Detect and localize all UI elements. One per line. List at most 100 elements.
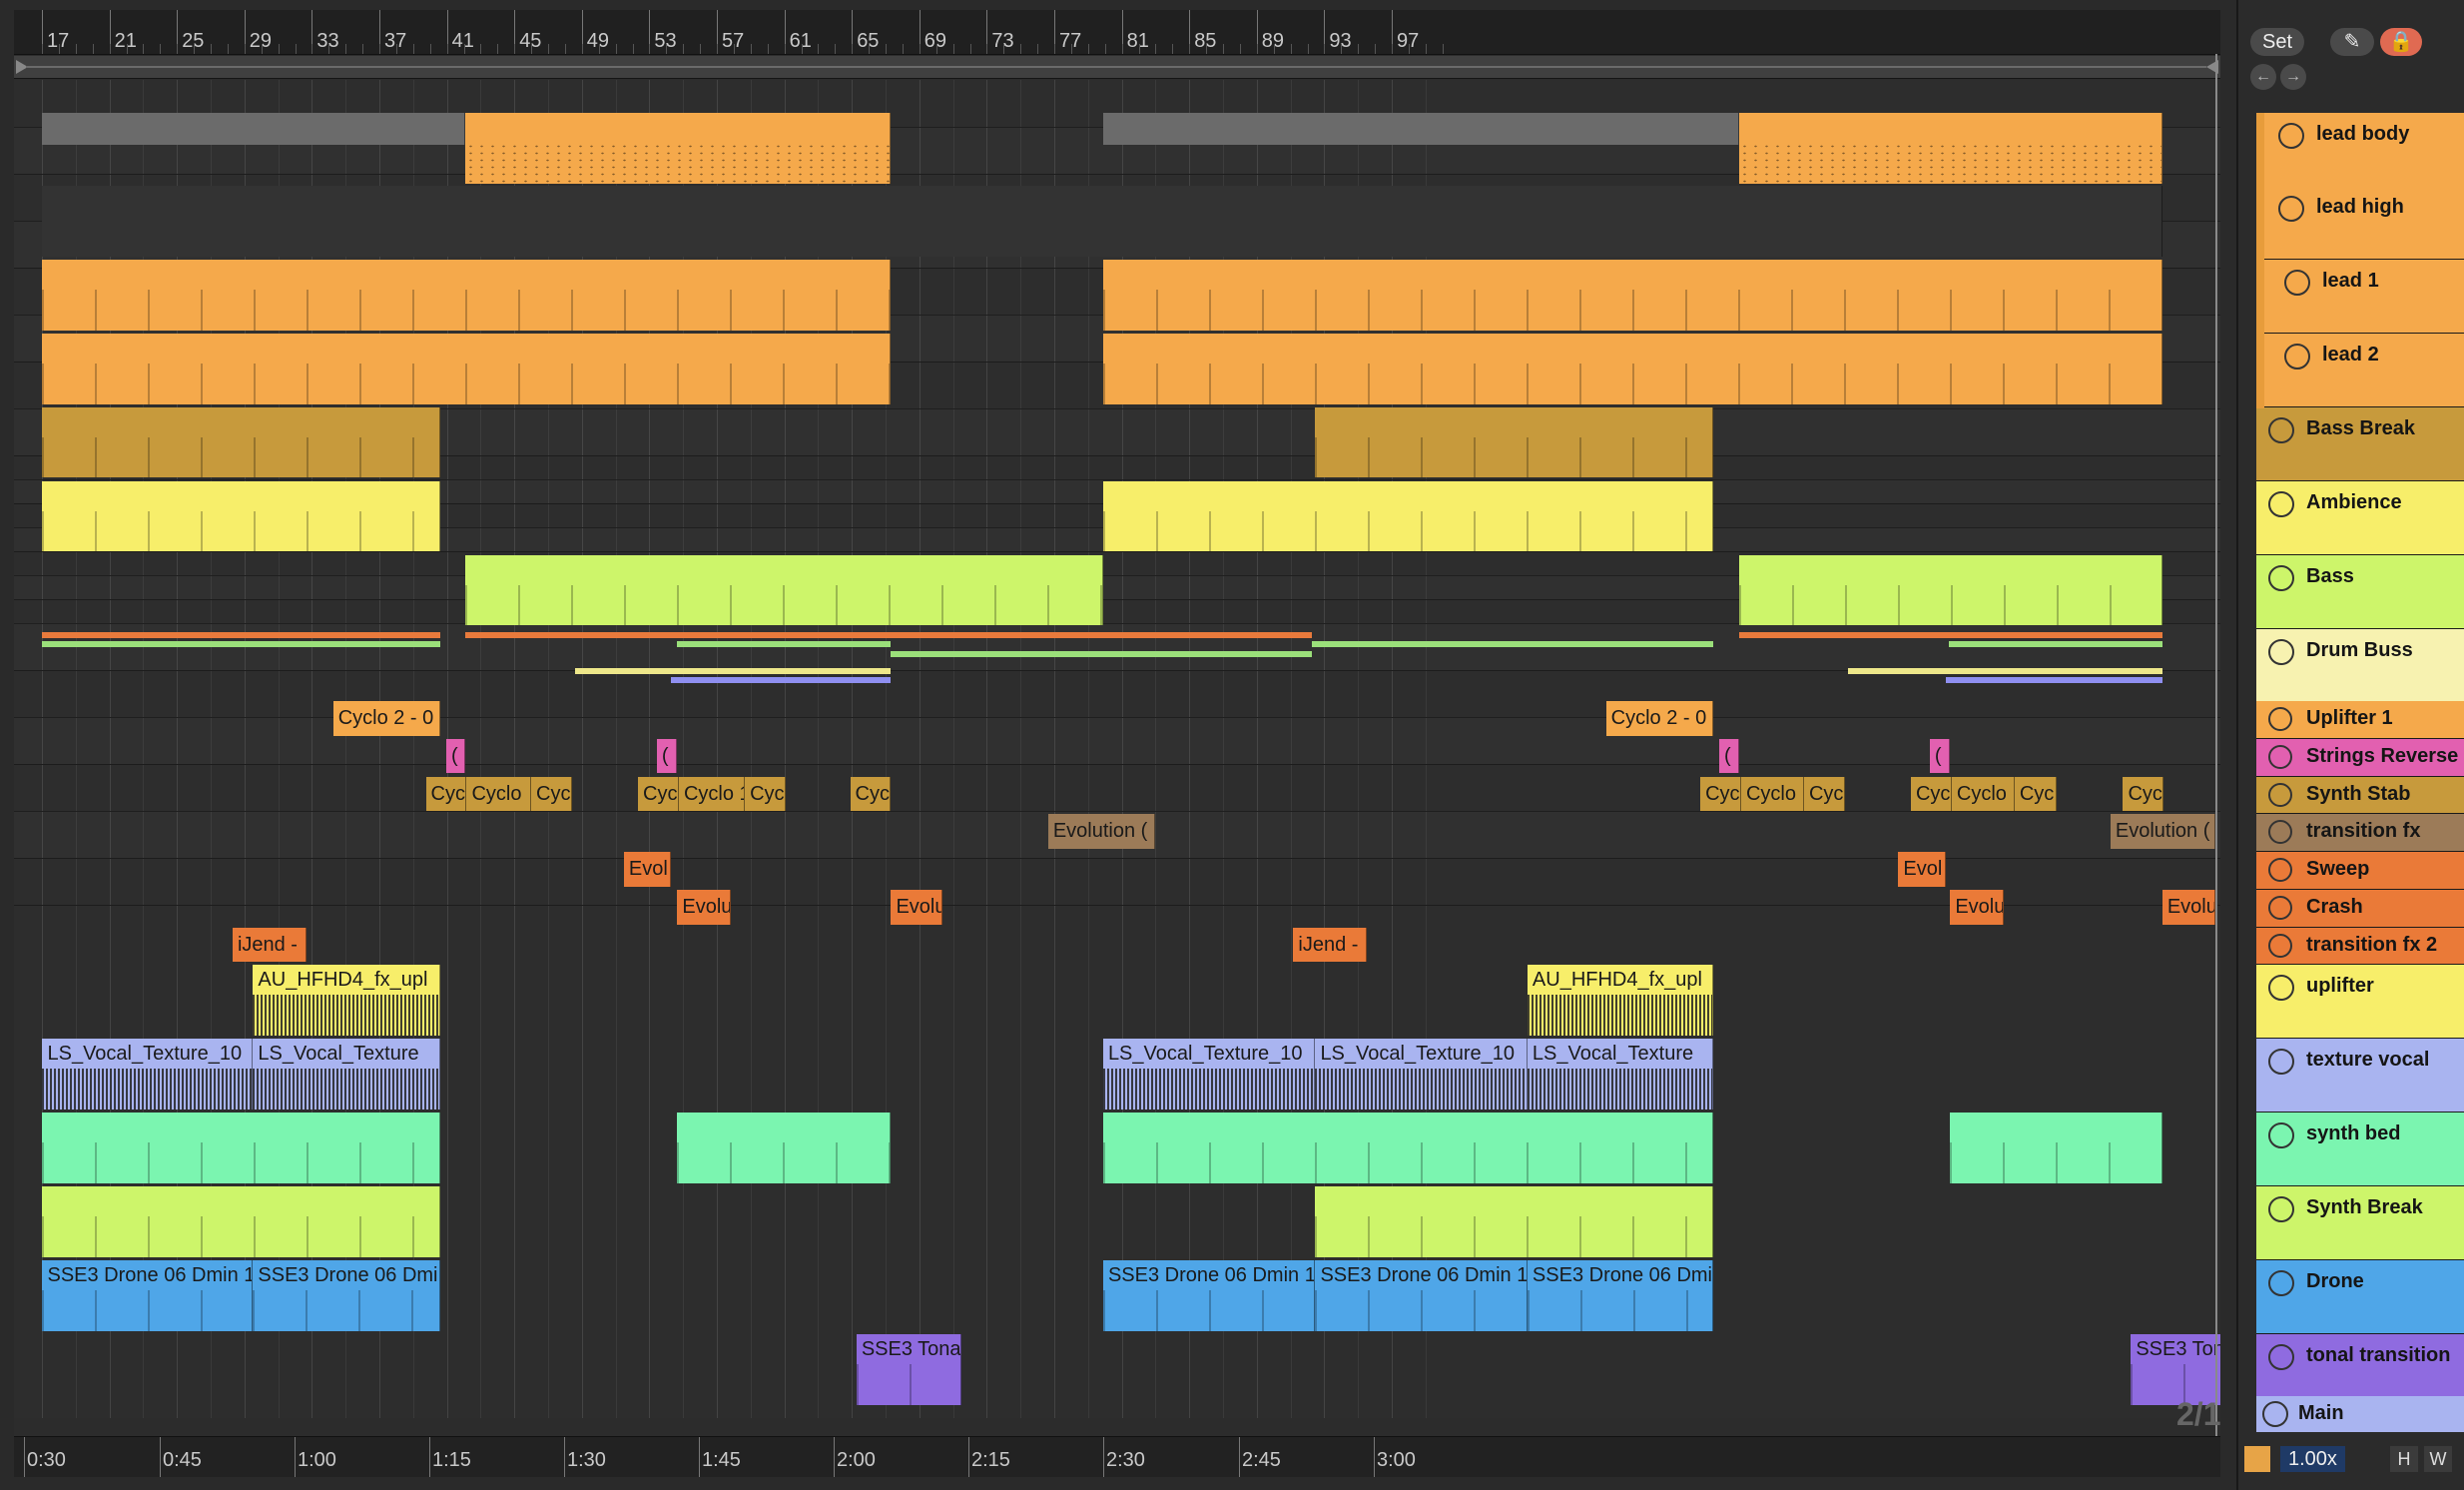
track-header[interactable]: Uplifter 1 [2256, 701, 2464, 739]
fold-toggle-icon[interactable] [2268, 975, 2294, 1002]
loop-brace-bar[interactable] [14, 56, 2220, 79]
audio-clip[interactable]: LS_Vocal_Texture [1527, 1039, 1713, 1111]
audio-clip[interactable]: SSE3 Drone 06 Dmin 1 [42, 1260, 254, 1332]
midi-clip[interactable] [42, 1186, 440, 1258]
fold-toggle-icon[interactable] [2268, 490, 2294, 517]
fold-toggle-icon[interactable] [2278, 123, 2304, 150]
track-header[interactable]: Ambience [2256, 480, 2464, 555]
audio-clip[interactable]: ( [446, 738, 465, 774]
audio-clip[interactable]: LS_Vocal_Texture_10 [42, 1039, 254, 1111]
fold-toggle-icon[interactable] [2268, 416, 2294, 443]
midi-clip[interactable] [42, 1113, 440, 1184]
audio-clip[interactable]: SSE3 Drone 06 Dmi [253, 1260, 440, 1332]
audio-clip[interactable]: Evol [1898, 852, 1946, 887]
play-clip-icon[interactable] [2268, 820, 2292, 845]
midi-clip[interactable] [1102, 333, 2162, 404]
audio-clip[interactable]: ( [656, 738, 678, 774]
draw-mode-icon[interactable]: ✎ [2330, 28, 2374, 56]
audio-clip[interactable]: Cyc [1910, 776, 1952, 812]
midi-clip[interactable] [42, 406, 440, 478]
track-lane[interactable] [14, 764, 2220, 812]
audio-clip[interactable]: SSE3 Drone 06 Dmin 1 [1102, 1260, 1316, 1332]
track-header[interactable]: Bass Break [2256, 406, 2464, 481]
main-track-header[interactable]: Main [2256, 1396, 2464, 1432]
track-header[interactable]: Drum Buss [2256, 628, 2464, 703]
play-clip-icon[interactable] [2268, 895, 2292, 920]
track-header[interactable]: lead body [2256, 113, 2464, 188]
midi-clip[interactable] [1950, 1113, 2162, 1184]
track-header[interactable]: Sweep [2256, 852, 2464, 890]
fold-toggle-icon[interactable] [2268, 1122, 2294, 1149]
midi-clip[interactable] [1102, 259, 2162, 331]
audio-clip[interactable]: SSE3 Tona [2131, 1334, 2220, 1406]
track-header[interactable]: Crash [2256, 889, 2464, 928]
left-arrow-icon[interactable]: ← [2250, 64, 2276, 90]
zoom-level[interactable]: 1.00x [2280, 1446, 2345, 1472]
audio-clip[interactable]: Evolution ( [2110, 814, 2216, 849]
track-header[interactable]: transition fx [2256, 814, 2464, 853]
track-header[interactable]: Drone [2256, 1260, 2464, 1335]
audio-clip[interactable]: Cyc [2014, 776, 2058, 812]
audio-clip[interactable]: SSE3 Drone 06 Dmi [1527, 1260, 1713, 1332]
audio-clip[interactable]: Evolu [677, 889, 731, 925]
fold-toggle-icon[interactable] [2268, 1196, 2294, 1223]
play-clip-icon[interactable] [2268, 782, 2292, 807]
audio-clip[interactable]: iJend - [232, 927, 307, 963]
audio-clip[interactable]: Cyc [850, 776, 892, 812]
track-header[interactable]: Synth Stab [2256, 776, 2464, 815]
audio-clip[interactable]: Cyclo [466, 776, 531, 812]
audio-clip[interactable]: iJend - [1293, 927, 1368, 963]
audio-clip[interactable]: Cyc [638, 776, 679, 812]
audio-clip[interactable]: Cyc [2123, 776, 2164, 812]
fold-toggle-icon[interactable] [2268, 1049, 2294, 1076]
audio-clip[interactable]: Cyc [1700, 776, 1741, 812]
track-header[interactable]: Synth Break [2256, 1186, 2464, 1261]
play-clip-icon[interactable] [2268, 933, 2292, 958]
audio-clip[interactable]: Evolu [1950, 889, 2004, 925]
right-arrow-icon[interactable]: → [2280, 64, 2306, 90]
audio-clip[interactable]: Cyc [425, 776, 467, 812]
audio-clip[interactable]: Evolu [891, 889, 943, 925]
track-header[interactable]: Strings Reverse [2256, 738, 2464, 777]
main-track-play-icon[interactable] [2262, 1401, 2288, 1427]
empty-group-clip[interactable] [1102, 113, 1740, 145]
audio-clip[interactable]: Evol [623, 852, 672, 887]
track-header[interactable]: lead 2 [2256, 333, 2464, 407]
audio-clip[interactable]: Cyclo 2 - 0 [1605, 701, 1713, 736]
audio-clip[interactable]: Evolu [2161, 889, 2216, 925]
track-header[interactable]: texture vocal [2256, 1039, 2464, 1114]
midi-clip[interactable] [42, 259, 892, 331]
midi-clip[interactable] [464, 554, 1103, 626]
track-lanes[interactable]: Cyclo 2 - 0 Cyclo 2 - 0((((Cyc Cyclo Cyc Cyc… [14, 80, 2220, 1418]
audio-clip[interactable]: SSE3 Tona [856, 1334, 962, 1406]
audio-clip[interactable]: SSE3 Drone 06 Dmin 1 [1315, 1260, 1528, 1332]
midi-clip[interactable] [1739, 113, 2162, 185]
audio-clip[interactable]: Cyclo 2 - 0 [332, 701, 440, 736]
midi-clip[interactable] [1739, 554, 2162, 626]
audio-clip[interactable]: Evolution ( [1047, 814, 1155, 849]
folded-group-clip[interactable] [42, 185, 2162, 257]
folded-group-icon[interactable] [2278, 195, 2304, 222]
audio-clip[interactable]: LS_Vocal_Texture_10 [1315, 1039, 1528, 1111]
audio-clip[interactable]: Cyclo [1740, 776, 1804, 812]
play-clip-icon[interactable] [2268, 744, 2292, 769]
track-lane[interactable] [14, 858, 2220, 906]
fold-toggle-icon[interactable] [2268, 1270, 2294, 1297]
play-clip-icon[interactable] [2268, 858, 2292, 883]
midi-clip[interactable] [42, 333, 892, 404]
audio-clip[interactable]: LS_Vocal_Texture [253, 1039, 440, 1111]
fold-toggle-icon[interactable] [2284, 343, 2310, 370]
fold-toggle-icon[interactable] [2268, 564, 2294, 591]
beat-time-ruler[interactable]: 17 21 25 29 33 37 41 45 49 53 57 61 65 69 73 77 81 85 89 93… [14, 10, 2220, 55]
track-header[interactable]: transition fx 2 [2256, 927, 2464, 966]
arrangement-area[interactable]: 17 21 25 29 33 37 41 45 49 53 57 61 65 69 73 77 81 85 89 93… [14, 10, 2220, 1477]
empty-group-clip[interactable] [42, 113, 465, 145]
fold-toggle-icon[interactable] [2268, 1344, 2294, 1371]
track-header[interactable]: uplifter [2256, 965, 2464, 1040]
audio-clip[interactable]: Cyc [531, 776, 572, 812]
lock-icon[interactable]: 🔒 [2380, 28, 2422, 56]
h-button[interactable]: H [2390, 1446, 2418, 1472]
midi-clip[interactable] [1102, 480, 1713, 552]
midi-clip[interactable] [1315, 1186, 1713, 1258]
play-clip-icon[interactable] [2268, 707, 2292, 731]
